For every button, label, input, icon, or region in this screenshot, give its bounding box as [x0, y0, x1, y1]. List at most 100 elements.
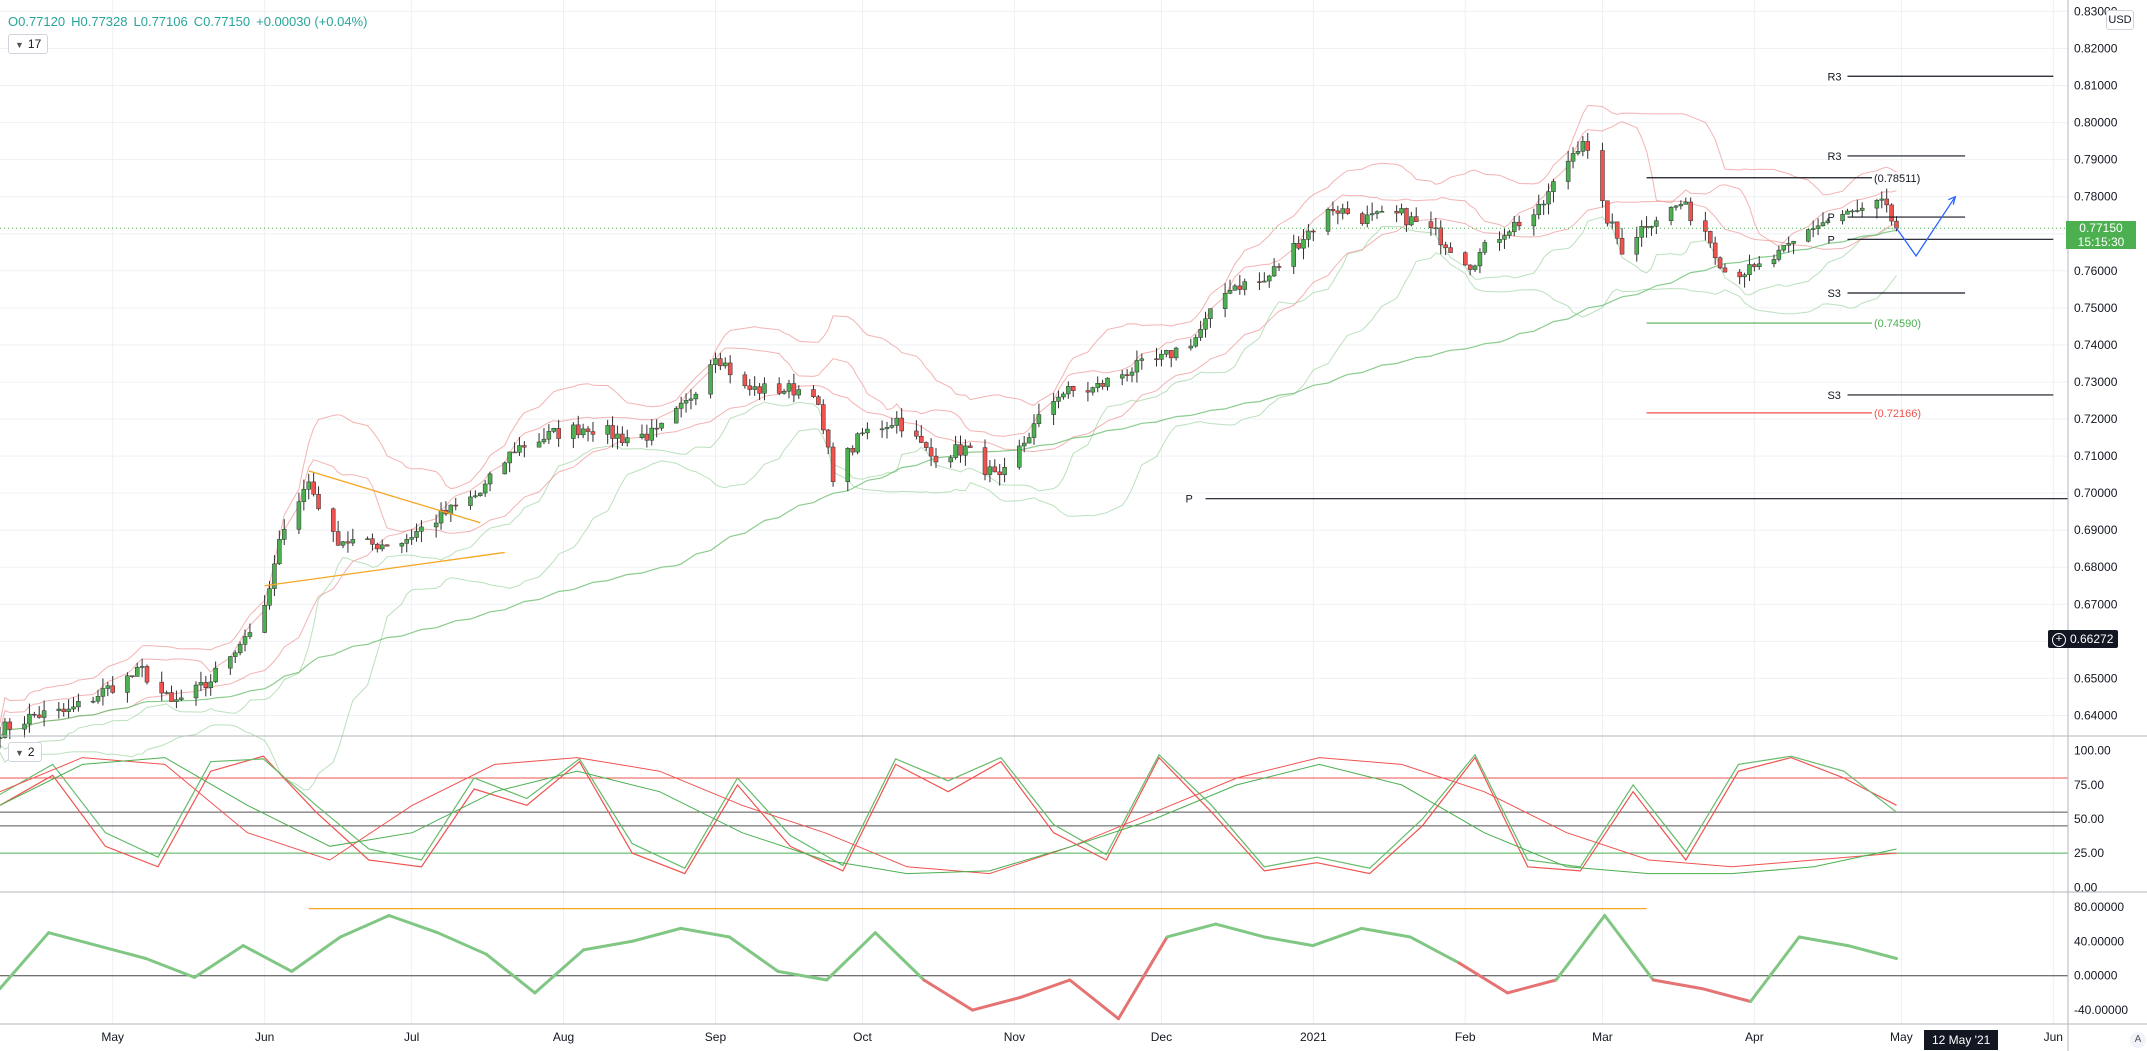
level-name-label: S3 [1827, 390, 1840, 402]
bearish-candle [1894, 220, 1899, 229]
bullish-candle [277, 539, 282, 565]
bearish-candle [718, 358, 723, 367]
bullish-candle [477, 492, 483, 497]
bullish-candle [1546, 191, 1551, 205]
bullish-candle [546, 431, 552, 440]
bullish-candle [1301, 239, 1306, 249]
bearish-candle [742, 374, 748, 387]
bearish-candle [1404, 208, 1409, 226]
bullish-candle [164, 692, 169, 694]
x-tick-label: Oct [853, 1030, 872, 1044]
momentum-segment [971, 995, 1023, 1012]
bullish-candle [281, 529, 287, 540]
bullish-candle [1134, 360, 1140, 373]
bearish-candle [311, 481, 316, 495]
bullish-candle [517, 445, 522, 453]
bullish-candle [1340, 208, 1345, 214]
bullish-candle [0, 737, 3, 739]
chart-canvas[interactable]: R3R3(0.78511)PPS3(0.74590)S3(0.72166)P M… [0, 0, 2147, 1051]
bearish-candle [32, 713, 37, 716]
x-tick-label: Aug [553, 1030, 574, 1044]
bearish-candle [130, 675, 135, 677]
bullish-candle [379, 544, 385, 550]
bearish-candle [1438, 227, 1443, 246]
chevron-down-icon: ▼ [15, 748, 24, 758]
bullish-candle [306, 481, 311, 490]
bullish-candle [1061, 393, 1066, 398]
x-tick-label: Jun [255, 1030, 274, 1044]
middle-band [0, 200, 1897, 738]
momentum-segment [630, 926, 683, 943]
bearish-candle [1889, 204, 1894, 222]
bullish-candle [350, 539, 356, 544]
bullish-candle [1090, 387, 1096, 393]
candlesticks [0, 132, 1899, 749]
bearish-candle [453, 504, 458, 507]
bullish-candle [1379, 211, 1385, 213]
bullish-candle [1610, 221, 1615, 224]
bearish-candle [1394, 211, 1399, 214]
bullish-candle [1369, 213, 1375, 216]
y-tick-label: 75.00 [2074, 778, 2104, 792]
bullish-candle [1551, 181, 1556, 192]
bearish-candle [1257, 281, 1262, 283]
bullish-candle [76, 701, 81, 708]
momentum-segment [1505, 978, 1558, 995]
y-tick-label: 0.78000 [2074, 190, 2118, 204]
bearish-candle [384, 544, 390, 547]
bullish-candle [1747, 264, 1752, 275]
bearish-candle [1330, 209, 1336, 212]
bearish-candle [899, 417, 904, 432]
bearish-candle [1462, 252, 1468, 266]
bearish-candle [576, 424, 581, 436]
bearish-candle [522, 445, 527, 448]
bullish-candle [1164, 350, 1169, 355]
bullish-candle [639, 433, 645, 438]
bullish-candle [448, 504, 454, 515]
bearish-candle [620, 433, 625, 444]
plus-icon[interactable]: + [2052, 632, 2066, 647]
bullish-candle [625, 437, 630, 444]
momentum-segment [582, 939, 634, 952]
bearish-candle [919, 435, 924, 443]
bearish-candle [375, 544, 380, 550]
bullish-candle [1781, 245, 1787, 251]
bullish-candle [987, 466, 993, 475]
bearish-candle [923, 442, 929, 448]
bullish-candle [247, 632, 253, 637]
bearish-candle [1070, 386, 1076, 391]
bearish-candle [914, 430, 919, 437]
bullish-candle [419, 526, 424, 532]
bearish-candle [1737, 271, 1742, 278]
bearish-candle [1276, 266, 1282, 268]
bar-countdown: 15:15:30 [2077, 235, 2125, 249]
y-tick-label: 100.00 [2074, 744, 2111, 758]
auto-scale-button[interactable]: A [2130, 1032, 2146, 1048]
bullish-candle [1017, 445, 1022, 468]
bearish-candle [203, 682, 209, 688]
open-value: O0.77120 [8, 14, 66, 29]
bearish-candle [1708, 231, 1713, 244]
momentum-segment [1846, 944, 1898, 960]
crosshair-price-tag[interactable]: +0.66272 [2048, 630, 2119, 648]
bullish-candle [1536, 203, 1541, 216]
bearish-candle [821, 404, 826, 431]
x-tick-label: Jul [404, 1030, 419, 1044]
bearish-candle [1085, 390, 1091, 393]
y-tick-label: 0.82000 [2074, 41, 2118, 55]
bullish-candle [889, 425, 895, 428]
momentum-segment [290, 935, 342, 973]
high-value: H0.77328 [71, 14, 128, 29]
bearish-candle [727, 362, 733, 376]
oscillator-pane-collapse-button[interactable]: ▼ 2 [8, 742, 42, 762]
main-pane-collapse-button[interactable]: ▼ 17 [8, 34, 49, 54]
momentum-pane [0, 908, 2068, 1021]
bullish-candle [1203, 318, 1208, 330]
currency-button[interactable]: USD [2106, 10, 2134, 30]
bearish-candle [61, 708, 66, 712]
bearish-candle [992, 466, 998, 473]
bearish-candle [1717, 257, 1723, 269]
momentum-segment [1797, 935, 1850, 948]
bearish-candle [144, 666, 150, 683]
bullish-candle [340, 541, 346, 546]
